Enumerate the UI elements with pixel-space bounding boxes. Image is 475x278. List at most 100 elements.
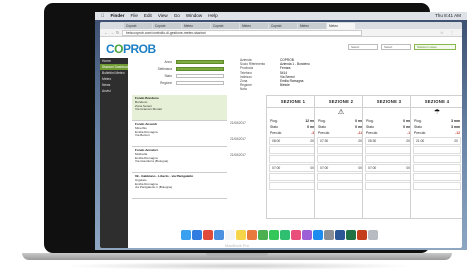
mail-icon[interactable] (214, 230, 224, 240)
time-row[interactable]: 07:00 00 (317, 164, 365, 172)
safari-icon[interactable] (192, 230, 202, 240)
filter-state-select[interactable] (176, 74, 224, 78)
time-row-empty[interactable]: . (269, 173, 317, 181)
menubar-item-window[interactable]: Window (186, 12, 202, 20)
station-item[interactable]: Fondo Ansardi Minerbio Emilia Romagna Vi… (132, 121, 227, 147)
back-icon[interactable]: ← (104, 30, 108, 35)
music-icon[interactable] (291, 230, 301, 240)
date-label: 21/08/2017 (230, 153, 246, 157)
filter-week-select[interactable] (176, 67, 224, 71)
station-detail: via Panigaletto 1 (Bologna) (135, 185, 173, 190)
section-card-3: SEZIONE 3Piog.0 mmStato0 mmPrev.idr.-120… (362, 95, 416, 219)
time-row-empty[interactable]: . (269, 182, 317, 190)
time-row-empty[interactable]: . (365, 182, 413, 190)
time-row-empty[interactable]: . (317, 146, 365, 154)
time-row-empty[interactable]: . (413, 173, 461, 181)
section-row: Prev.idr. -118 (315, 130, 367, 136)
excel-icon[interactable] (346, 230, 356, 240)
browser-tabbar: Coprob Coprob Meteo Coprob Meteo Coprob … (100, 22, 462, 29)
info-label: Nota (240, 87, 247, 92)
minutes-value: 00 (454, 139, 458, 143)
header-stations-button[interactable]: Stazioni meteo (414, 44, 456, 50)
menu-icon[interactable]: ⋮ (450, 30, 454, 35)
time-row-empty[interactable]: . (269, 146, 317, 154)
station-detail: Via Giandurra (Bologna) (135, 159, 169, 164)
section-row: Prev.idr.-12 (363, 130, 415, 136)
sidebar-item-alerts[interactable]: Avvisi (100, 88, 128, 94)
word-icon[interactable] (335, 230, 345, 240)
time-row-empty[interactable]: . (365, 146, 413, 154)
apple-icon[interactable]:  (101, 12, 104, 20)
section-card-4: SEZIONE 4 ☂ Piog. 3 mm Stato 3 mm Prev.idr. -12… (410, 95, 462, 219)
time-row[interactable]: 05:30 00 (365, 137, 413, 145)
star-icon[interactable]: ☆ (440, 30, 444, 35)
forward-icon[interactable]: → (110, 30, 114, 35)
menubar-item-edit[interactable]: Edit (144, 12, 152, 20)
station-list: Fondo Bondeno Bondeno Zona Sereni Via Gr… (132, 95, 227, 199)
messages-icon[interactable] (269, 230, 279, 240)
menubar-item-go[interactable]: Go (174, 12, 180, 20)
station-item[interactable]: Fondo Bondeno Bondeno Zona Sereni Via Gr… (132, 95, 227, 121)
sidebar: Home Stazioni Dashboard Bollettini Meteo… (100, 58, 128, 248)
header-select-1[interactable]: Select (348, 44, 378, 50)
filter-year-select[interactable] (176, 60, 224, 64)
finder-icon[interactable] (181, 230, 191, 240)
menubar-item-view[interactable]: View (158, 12, 168, 20)
maps-icon[interactable] (258, 230, 268, 240)
menubar-item-help[interactable]: Help (208, 12, 217, 20)
time-row[interactable]: 21:00 00 (413, 137, 461, 145)
time-value: 08:00 (272, 139, 281, 143)
time-row-empty[interactable]: . (317, 155, 365, 163)
time-row-empty[interactable]: . (269, 155, 317, 163)
forecast-value: -12 (455, 131, 460, 135)
notes-icon[interactable] (236, 230, 246, 240)
laptop-brand-label: MacBook Pro (224, 243, 249, 248)
section-card-1: SEZIONE 1Piog.12 mmStato0 mmPrev.idr.-36… (266, 95, 320, 219)
time-row-empty[interactable]: . (317, 173, 365, 181)
station-item[interactable]: 09 - Gabbiano - Liberto - via Panigalett… (132, 173, 227, 199)
reload-icon[interactable]: ↻ (116, 30, 119, 35)
umbrella-icon: ☂ (433, 109, 441, 116)
time-value: 07:00 (368, 166, 377, 170)
address-bar[interactable]: beta.coprob.com/controllo-di-gestione-me… (122, 30, 362, 36)
time-value: 05:30 (368, 139, 377, 143)
time-row-empty[interactable]: . (413, 146, 461, 154)
header-select-2[interactable]: Select (381, 44, 411, 50)
menubar-clock[interactable]: Thu 8:41 AM (435, 12, 467, 20)
section-row: Prev.idr.-36 (267, 130, 319, 136)
time-row[interactable]: 08:00 00 (269, 137, 317, 145)
filter-label-week: Settimana (157, 67, 172, 71)
appstore-icon[interactable] (313, 230, 323, 240)
time-row[interactable]: 07:30 00 (317, 137, 365, 145)
time-row[interactable]: 07:00 00 (365, 164, 413, 172)
chrome-icon[interactable] (203, 230, 213, 240)
date-label: 21/08/2017 (230, 137, 246, 141)
menubar-app-name[interactable]: Finder (110, 12, 124, 20)
time-row-empty[interactable]: . (365, 173, 413, 181)
trash-icon[interactable] (368, 230, 378, 240)
powerpoint-icon[interactable] (357, 230, 367, 240)
laptop-shadow (60, 262, 415, 270)
laptop-notch (206, 253, 268, 256)
station-item[interactable]: Fondo Annalori Molinella Emilia Romagna … (132, 147, 227, 173)
facetime-icon[interactable] (280, 230, 290, 240)
time-value: 07:00 (320, 166, 329, 170)
filter-region-select[interactable] (176, 81, 224, 85)
time-row-empty[interactable]: . (413, 155, 461, 163)
photos-icon[interactable] (247, 230, 257, 240)
time-row[interactable]: 07:00 00 (269, 164, 317, 172)
settings-icon[interactable] (324, 230, 334, 240)
section-card-2: SEZIONE 2 ⚠ Piog. 0 mm Stato 0 mm Prev.idr. -11… (314, 95, 368, 219)
blank-icon (363, 108, 415, 118)
time-row-empty[interactable]: . (365, 155, 413, 163)
podcasts-icon[interactable] (302, 230, 312, 240)
row-label: Prev.idr. (414, 131, 427, 135)
filter-label-state: Stato (164, 74, 172, 78)
time-row-empty[interactable]: . (413, 182, 461, 190)
time-row[interactable] (413, 164, 461, 172)
menubar-item-file[interactable]: File (131, 12, 138, 20)
calendar-icon[interactable] (225, 230, 235, 240)
coprob-logo[interactable]: COPROB (106, 42, 156, 56)
time-value: 21:00 (416, 139, 425, 143)
time-row-empty[interactable]: . (317, 182, 365, 190)
